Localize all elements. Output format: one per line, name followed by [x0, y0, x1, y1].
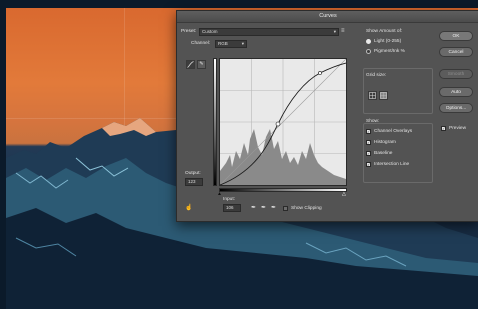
options-button[interactable]: Options... [439, 103, 473, 113]
output-field[interactable]: 123 [185, 178, 203, 186]
curve-point[interactable] [275, 121, 281, 127]
preset-select[interactable]: Custom ▾ [199, 28, 339, 36]
input-label: Input: [223, 197, 236, 202]
simple-grid-icon[interactable] [368, 91, 377, 100]
channel-overlays-label: Channel Overlays [374, 129, 413, 134]
curve-point[interactable] [318, 71, 322, 75]
show-clipping-checkbox[interactable] [283, 206, 288, 211]
black-point-eyedropper-icon[interactable]: ✒ [251, 205, 256, 211]
preview-label: Preview [449, 126, 467, 131]
white-point-eyedropper-icon[interactable]: ✒ [271, 205, 276, 211]
curves-dialog: Curves Preset: Custom ▾ ≡ Channel: RGB ▾… [176, 10, 478, 222]
smooth-button[interactable]: Smooth [439, 69, 473, 79]
chevron-down-icon: ▾ [333, 29, 336, 34]
targeted-adjustment-icon[interactable]: ☝ [185, 205, 192, 211]
white-point-slider[interactable]: △ [342, 191, 346, 197]
input-field[interactable]: 106 [223, 204, 241, 212]
preset-value: Custom [202, 29, 218, 34]
preset-label: Preset: [181, 29, 197, 34]
channel-label: Channel: [191, 41, 211, 46]
intersection-line-label: Intersection Line [374, 162, 410, 167]
curve-plot[interactable] [220, 59, 346, 185]
baseline-checkbox[interactable]: ✓ [366, 151, 371, 156]
auto-button[interactable]: Auto [439, 87, 473, 97]
curves-graph[interactable] [219, 58, 347, 186]
histogram-checkbox[interactable]: ✓ [366, 140, 371, 145]
chevron-down-icon: ▾ [241, 41, 244, 46]
pigment-radio[interactable] [366, 49, 371, 54]
light-option-label: Light (0-255) [374, 39, 402, 44]
histogram-label: Histogram [374, 140, 396, 145]
channel-select[interactable]: RGB ▾ [215, 40, 247, 48]
curve-tool-icon[interactable] [186, 60, 195, 69]
ok-button[interactable]: OK [439, 31, 473, 41]
intersection-line-checkbox[interactable]: ✓ [366, 162, 371, 167]
light-radio[interactable] [366, 39, 371, 44]
preset-options-icon[interactable]: ≡ [341, 28, 345, 34]
output-gradient [213, 58, 217, 186]
preview-checkbox[interactable]: ✓ [441, 126, 446, 131]
pigment-option-label: Pigment/Ink % [374, 49, 405, 54]
show-amount-label: Show Amount of: [366, 29, 403, 34]
show-clipping-label: Show Clipping [291, 206, 322, 211]
channel-overlays-checkbox[interactable]: ✓ [366, 129, 371, 134]
cancel-button[interactable]: Cancel [439, 47, 473, 57]
channel-value: RGB [218, 41, 228, 46]
dialog-title: Curves [177, 11, 478, 23]
detailed-grid-icon[interactable] [379, 91, 388, 100]
input-gradient [219, 188, 347, 192]
black-point-slider[interactable]: ▲ [217, 191, 222, 197]
gray-point-eyedropper-icon[interactable]: ✒ [261, 205, 266, 211]
pencil-tool-icon[interactable]: ✎ [197, 60, 206, 69]
output-label: Output: [185, 171, 201, 176]
baseline-label: Baseline [374, 151, 393, 156]
